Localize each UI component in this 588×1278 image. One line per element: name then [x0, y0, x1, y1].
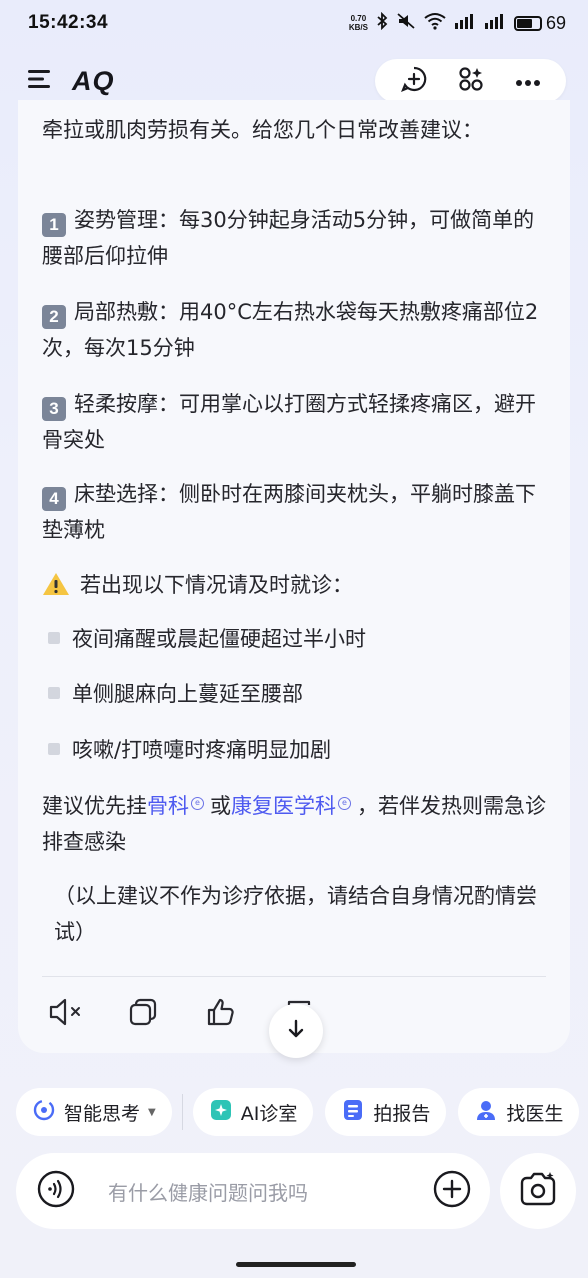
number-badge: 4 [42, 487, 66, 511]
chip-ai-clinic[interactable]: AI诊室 [192, 1088, 314, 1136]
signal-icon [454, 13, 476, 34]
chip-smart-thinking[interactable]: 智能思考 ▼ [16, 1088, 172, 1136]
ai-response-card: 牵拉或肌肉劳损有关。给您几个日常改善建议： 1 姿势管理：每30分钟起身活动5分钟… [18, 100, 570, 1053]
status-time: 15:42:34 [28, 12, 109, 33]
new-chat-button[interactable] [385, 59, 442, 103]
apps-button[interactable] [442, 59, 499, 103]
scroll-to-bottom-button[interactable] [269, 1004, 323, 1058]
voice-icon [36, 1169, 76, 1213]
think-icon [32, 1098, 56, 1127]
ai-clinic-icon [209, 1098, 233, 1127]
tip-4: 4 床垫选择：侧卧时在两膝间夹枕头，平躺时膝盖下垫薄枕 [42, 482, 536, 542]
chat-input[interactable]: 有什么健康问题问我吗 [108, 1177, 430, 1206]
list-item: 咳嗽/打喷嚏时疼痛明显加剧 [48, 734, 331, 764]
citation-icon[interactable]: e [191, 796, 204, 810]
disclaimer: （以上建议不作为诊疗依据，请结合自身情况酌情尝试） [54, 884, 537, 944]
speaker-mute-icon[interactable] [48, 995, 82, 1029]
app-logo: AQ [72, 65, 115, 96]
bullet-icon [48, 743, 60, 755]
chip-separator [181, 1094, 183, 1130]
more-icon [515, 72, 541, 91]
wifi-icon [424, 12, 446, 35]
header-actions [375, 59, 566, 103]
recommendation: 建议优先挂骨科 e 或康复医学科 e ，若伴发热则需急诊排查感染 [42, 794, 546, 854]
add-attachment-button[interactable] [430, 1169, 474, 1213]
arrow-down-icon [287, 1019, 305, 1043]
department-link-rehab[interactable]: 康复医学科 [231, 794, 336, 818]
quick-actions: 智能思考 ▼ AI诊室 拍报告 找医生 [16, 1088, 580, 1136]
thumbs-up-icon[interactable] [204, 995, 238, 1029]
number-badge: 3 [42, 397, 66, 421]
message-intro: 牵拉或肌肉劳损有关。给您几个日常改善建议： [42, 118, 483, 142]
camera-icon [518, 1171, 558, 1211]
status-icons: 0.70 KB/S 69 [348, 11, 566, 35]
menu-icon[interactable] [28, 69, 52, 93]
department-link-orthopedics[interactable]: 骨科 [147, 794, 189, 818]
copy-icon[interactable] [126, 995, 160, 1029]
number-badge: 1 [42, 213, 66, 237]
battery-icon [513, 15, 542, 31]
chip-photo-report[interactable]: 拍报告 [325, 1088, 447, 1136]
more-button[interactable] [499, 59, 556, 103]
voice-input-button[interactable] [34, 1169, 78, 1213]
tip-3: 3 轻柔按摩：可用掌心以打圈方式轻揉疼痛区，避开骨突处 [42, 392, 536, 452]
list-item: 单侧腿麻向上蔓延至腰部 [48, 678, 303, 708]
bullet-icon [48, 632, 60, 644]
home-indicator[interactable] [236, 1262, 356, 1267]
caret-down-icon: ▼ [148, 1106, 156, 1118]
tip-2: 2 局部热敷：用40°C左右热水袋每天热敷疼痛部位2次，每次15分钟 [42, 300, 539, 360]
apps-icon [458, 66, 484, 96]
battery-indicator: 69 [513, 13, 566, 34]
camera-button[interactable] [500, 1153, 576, 1229]
chat-input-bar: 有什么健康问题问我吗 [16, 1153, 490, 1229]
plus-icon [432, 1169, 472, 1213]
mute-icon [396, 12, 416, 35]
bullet-icon [48, 687, 60, 699]
list-item: 夜间痛醒或晨起僵硬超过半小时 [48, 623, 366, 653]
warning-line: 若出现以下情况请及时就诊： [42, 567, 554, 607]
chip-find-doctor[interactable]: 找医生 [458, 1088, 580, 1136]
warning-icon [42, 571, 70, 607]
network-speed: 0.70 KB/S [348, 14, 368, 32]
bluetooth-icon [376, 11, 388, 35]
new-chat-icon [400, 66, 427, 96]
citation-icon[interactable]: e [338, 796, 351, 810]
report-icon [341, 1098, 365, 1127]
number-badge: 2 [42, 305, 66, 329]
tip-1: 1 姿势管理：每30分钟起身活动5分钟，可做简单的腰部后仰拉伸 [42, 208, 535, 268]
header-left: AQ [28, 66, 115, 97]
status-bar: 15:42:34 0.70 KB/S 69 [0, 0, 588, 46]
signal-icon [484, 13, 506, 34]
divider [42, 976, 546, 977]
doctor-icon [474, 1098, 498, 1127]
